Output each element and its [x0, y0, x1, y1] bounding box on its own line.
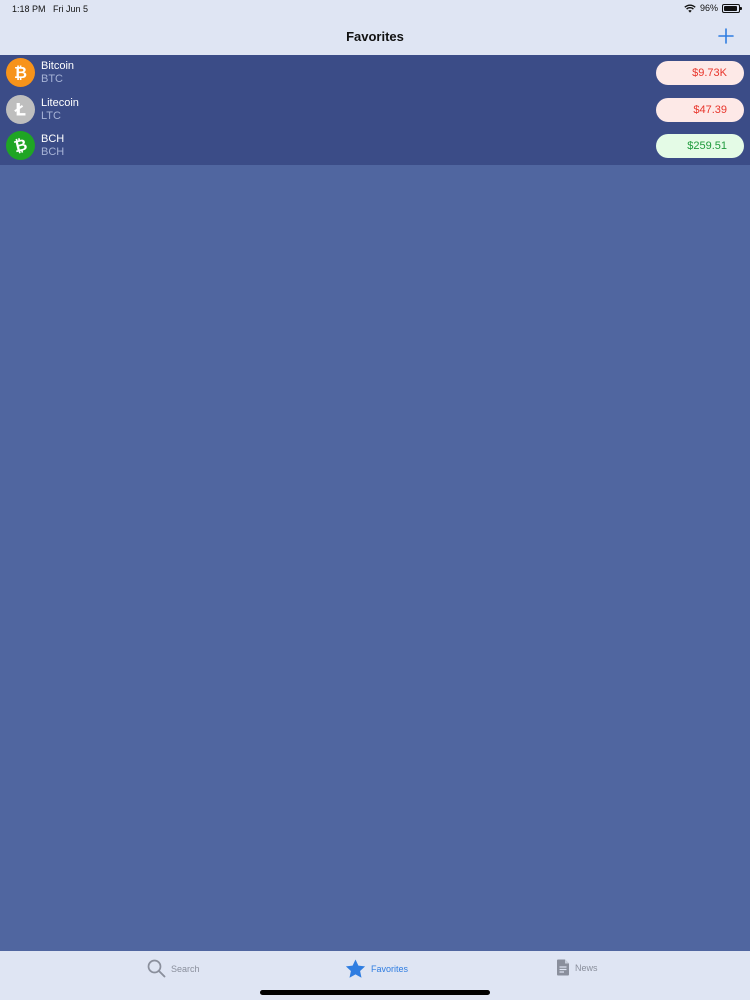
coin-name: Bitcoin: [41, 60, 75, 72]
wifi-icon: [684, 3, 696, 13]
svg-text:Ł: Ł: [14, 100, 26, 120]
svg-text:₿: ₿: [14, 63, 27, 82]
status-time: 1:18 PM: [12, 4, 46, 14]
list-item[interactable]: Ł Litecoin LTC $47.39: [0, 92, 750, 129]
document-icon: [557, 959, 569, 976]
coin-symbol: LTC: [41, 109, 61, 122]
home-indicator[interactable]: [260, 990, 490, 995]
tab-label: Search: [171, 963, 200, 974]
status-bar: 1:18 PM Fri Jun 5 96%: [0, 0, 750, 18]
tab-label: News: [575, 962, 598, 973]
star-icon: [345, 959, 366, 978]
coin-name: Litecoin: [41, 96, 79, 109]
tab-news[interactable]: News: [556, 959, 598, 976]
tab-favorites[interactable]: Favorites: [345, 959, 408, 979]
battery-percent: 96%: [699, 3, 718, 13]
price-button[interactable]: $259.51: [656, 134, 744, 158]
coin-name: BCH: [41, 133, 65, 145]
bitcoin-cash-icon: ₿: [6, 131, 35, 160]
list-item[interactable]: ₿ BCH BCH $259.51: [0, 128, 750, 165]
coin-symbol: BCH: [41, 146, 65, 158]
navigation-bar: Favorites: [0, 18, 750, 55]
bitcoin-icon: ₿: [6, 58, 35, 87]
price-button[interactable]: $47.39: [656, 97, 744, 122]
tab-search[interactable]: Search: [147, 959, 200, 978]
plus-icon[interactable]: [716, 26, 736, 46]
page-title: Favorites: [346, 29, 404, 44]
status-date: Fri Jun 5: [53, 4, 89, 14]
price-button[interactable]: $9.73K: [656, 61, 744, 85]
tab-label: Favorites: [371, 964, 409, 974]
coin-symbol: BTC: [41, 73, 63, 85]
battery-icon: [722, 3, 742, 13]
list-item[interactable]: ₿ Bitcoin BTC $9.73K: [0, 55, 750, 92]
litecoin-icon: Ł: [6, 94, 35, 124]
magnifier-icon: [147, 959, 166, 978]
favorites-list: ₿ Bitcoin BTC $9.73K Ł Litecoin LTC $47.…: [0, 55, 750, 165]
battery-level: [724, 5, 738, 11]
status-indicators: 96%: [684, 3, 742, 13]
